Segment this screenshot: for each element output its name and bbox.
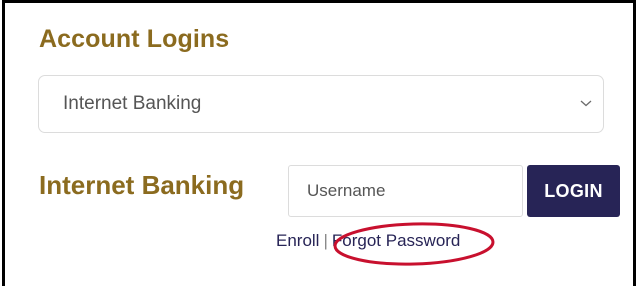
internet-banking-label: Internet Banking xyxy=(39,170,245,200)
enroll-link[interactable]: Enroll xyxy=(276,231,319,250)
chevron-down-icon xyxy=(580,100,592,107)
account-logins-heading: Account Logins xyxy=(39,25,230,53)
username-input[interactable] xyxy=(288,165,523,217)
account-login-select-value: Internet Banking xyxy=(63,93,202,114)
forgot-password-highlight-circle xyxy=(333,222,495,266)
login-panel: Account Logins Internet Banking Internet… xyxy=(2,0,636,286)
account-login-select[interactable]: Internet Banking xyxy=(38,75,604,133)
link-separator: | xyxy=(323,231,328,250)
login-button[interactable]: LOGIN xyxy=(527,165,620,217)
